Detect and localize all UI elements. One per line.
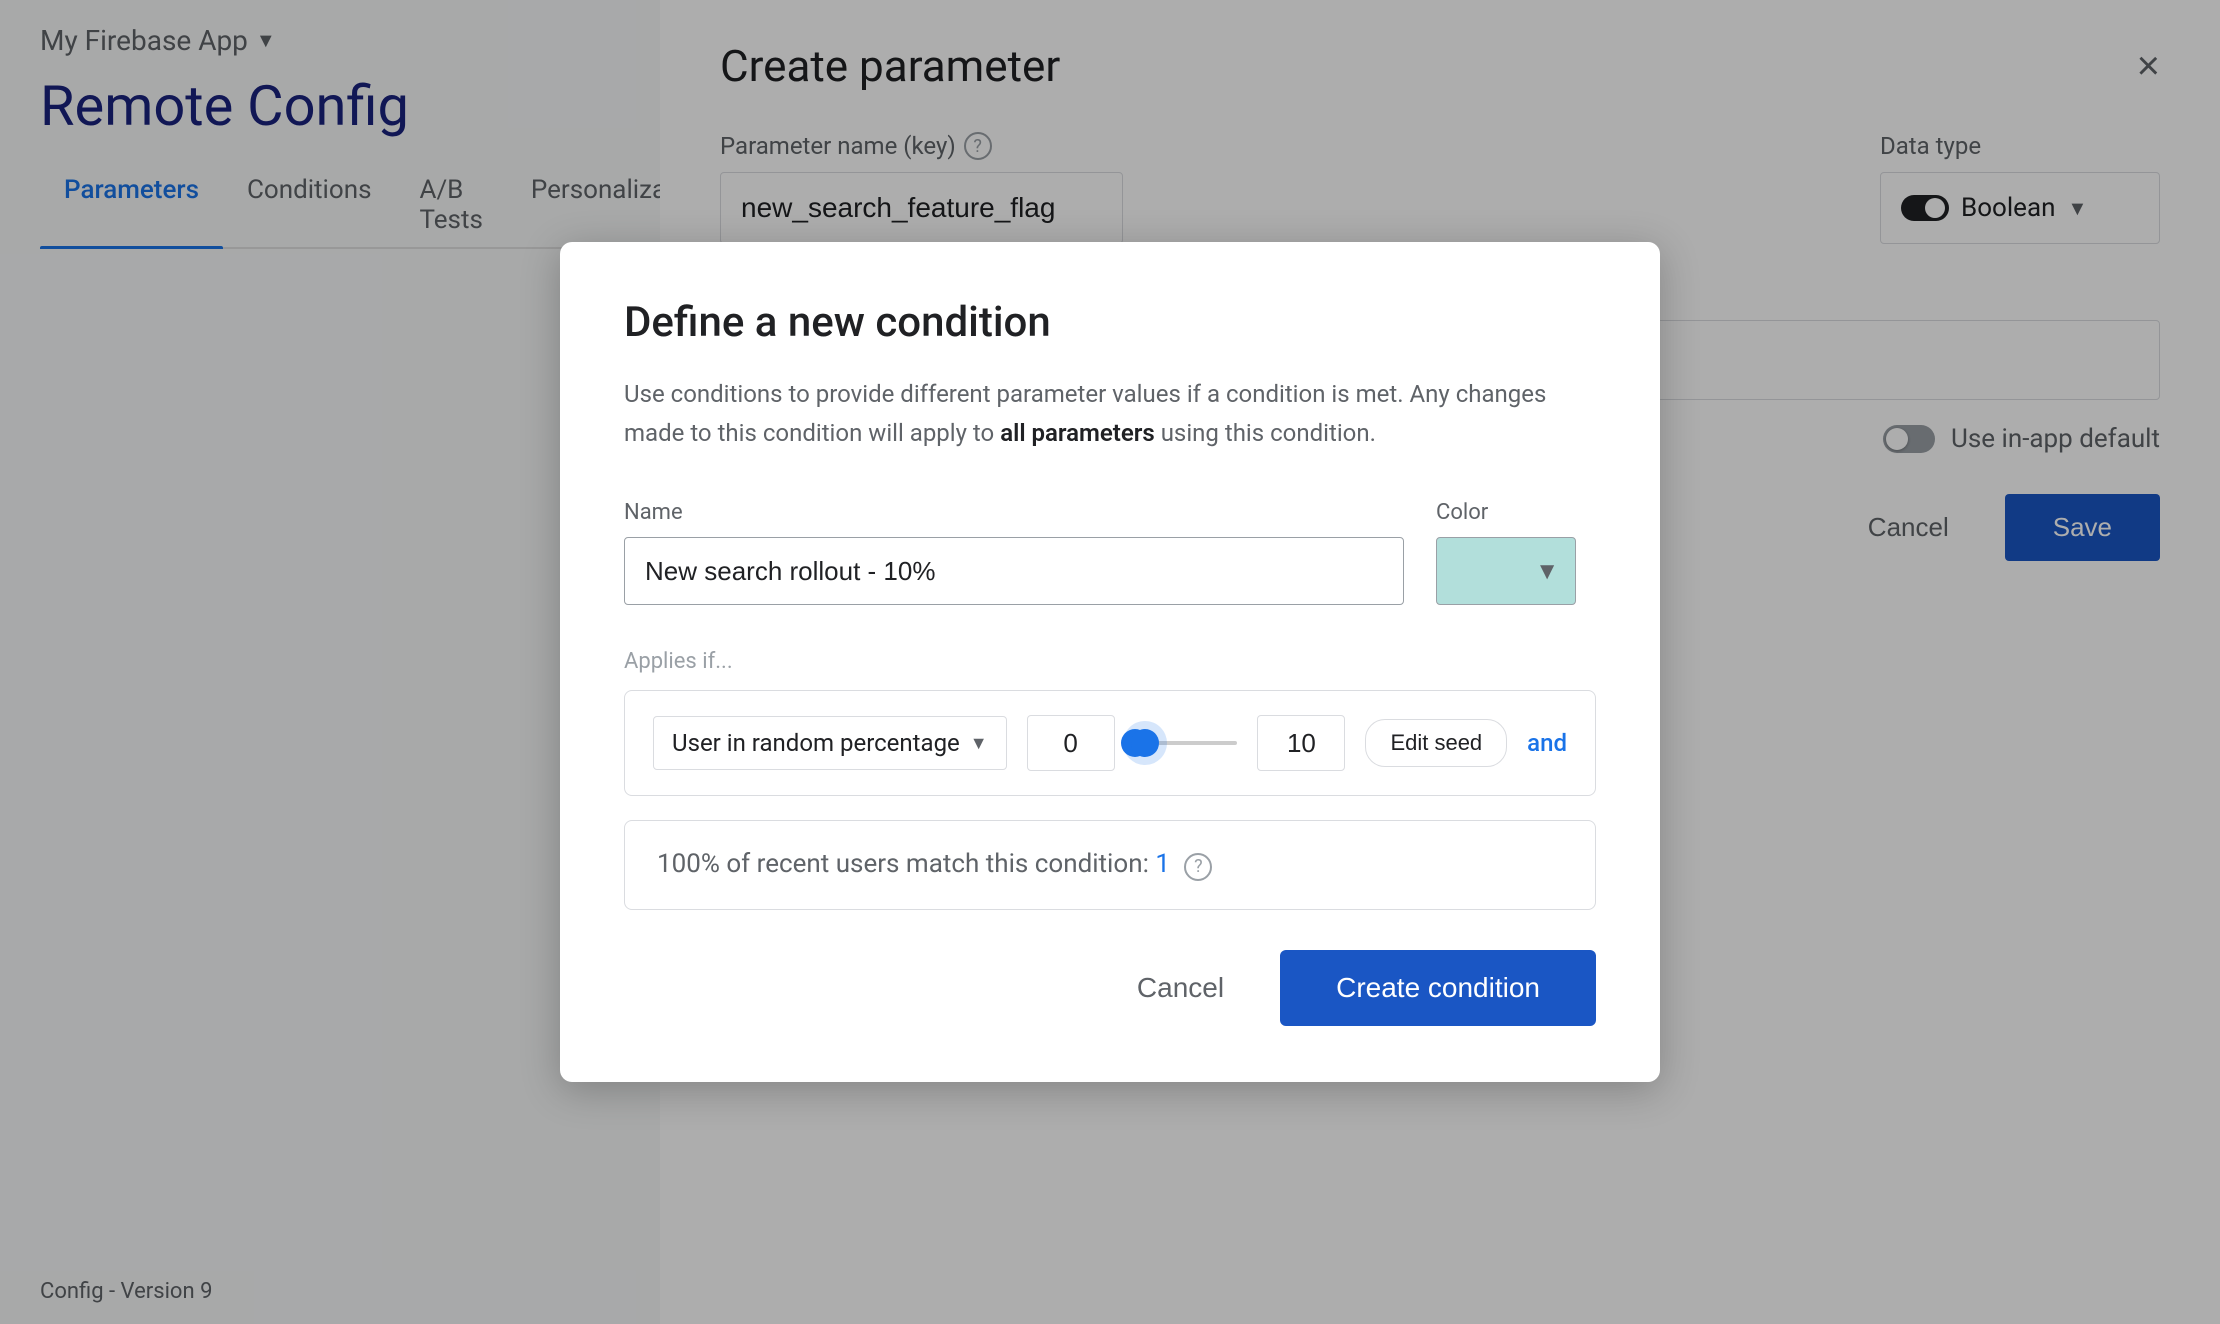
applies-label: Applies if... [624,649,1596,674]
condition-row: User in random percentage ▼ Edit seed an… [624,690,1596,796]
modal-footer: Cancel Create condition [624,950,1596,1026]
color-chevron-icon: ▼ [1535,557,1559,586]
modal-title: Define a new condition [624,298,1596,347]
define-condition-modal: Define a new condition Use conditions to… [560,242,1660,1081]
edit-seed-button[interactable]: Edit seed [1365,719,1507,767]
condition-type-label: User in random percentage [672,729,960,757]
modal-cancel-button[interactable]: Cancel [1113,956,1248,1020]
slider-thumb-right[interactable] [1131,729,1159,757]
condition-name-input[interactable] [624,537,1404,605]
modal-overlay: Define a new condition Use conditions to… [0,0,2220,1324]
and-link[interactable]: and [1527,729,1567,757]
range-max-input[interactable] [1257,715,1345,771]
name-label: Name [624,500,1404,525]
modal-description: Use conditions to provide different para… [624,375,1596,452]
condition-name-group: Name [624,500,1404,605]
create-condition-button[interactable]: Create condition [1280,950,1596,1026]
condition-type-select[interactable]: User in random percentage ▼ [653,716,1007,770]
color-group: Color ▼ [1436,500,1596,605]
match-info-text: 100% of recent users match this conditio… [657,849,1149,879]
match-info-box: 100% of recent users match this conditio… [624,820,1596,910]
color-picker[interactable]: ▼ [1436,537,1576,605]
match-help-icon[interactable]: ? [1184,853,1212,881]
range-min-input[interactable] [1027,715,1115,771]
slider-track [1135,741,1238,745]
match-count: 1 [1155,849,1170,879]
name-color-row: Name Color ▼ [624,500,1596,605]
range-slider[interactable] [1135,723,1238,763]
color-label: Color [1436,500,1596,525]
condition-select-chevron-icon: ▼ [970,733,988,754]
